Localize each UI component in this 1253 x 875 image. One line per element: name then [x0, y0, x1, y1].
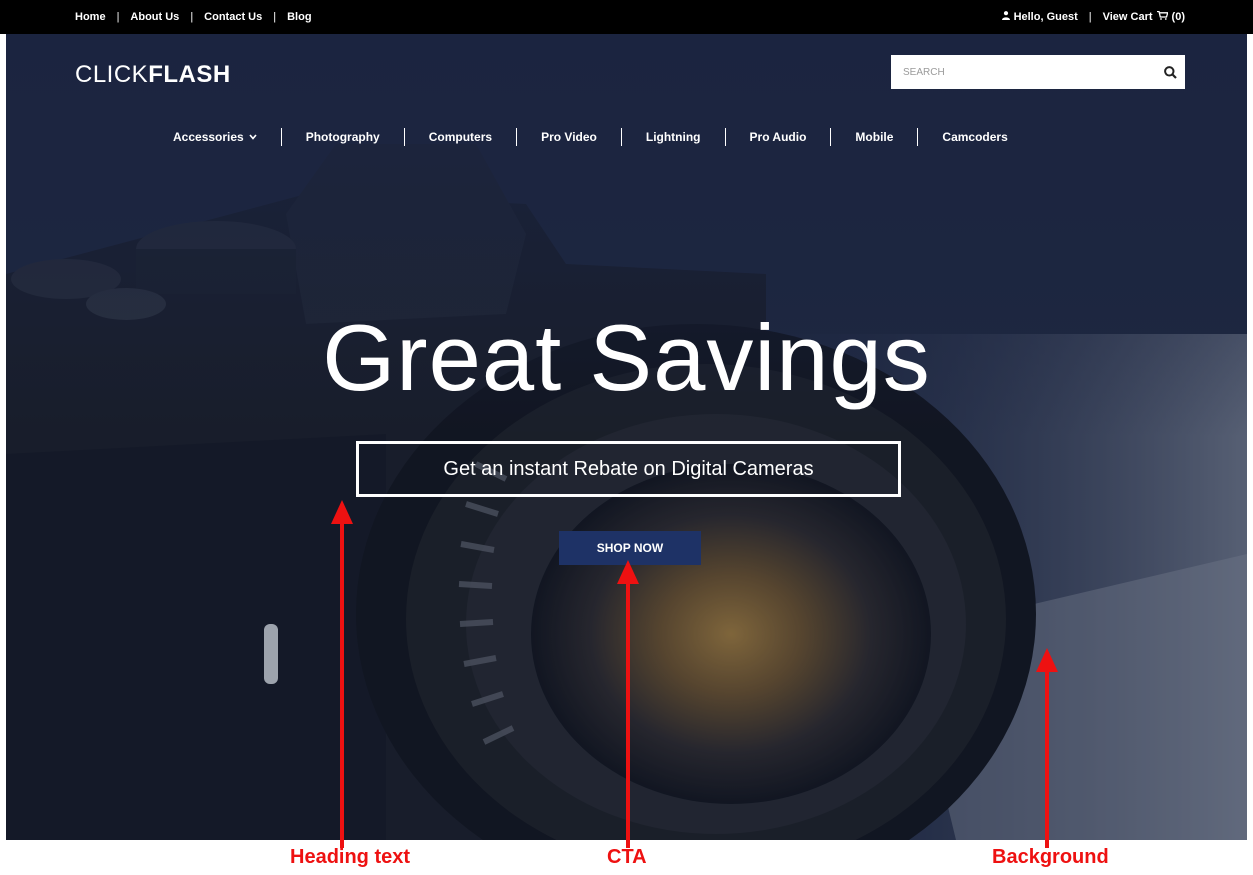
- divider: |: [116, 11, 120, 23]
- annotation-cta: CTA: [607, 846, 647, 868]
- view-cart-link[interactable]: View Cart: [1103, 11, 1153, 23]
- top-link-blog[interactable]: Blog: [287, 11, 311, 23]
- nav-label: Accessories: [173, 130, 244, 144]
- nav-divider: [830, 128, 832, 146]
- nav-divider: [403, 128, 405, 146]
- nav-item-mobile[interactable]: Mobile: [855, 130, 893, 144]
- main-nav: Accessories Photography Computers Pro Vi…: [173, 128, 1008, 146]
- cart-count: (0): [1171, 11, 1185, 23]
- nav-divider: [280, 128, 282, 146]
- logo-click: CLICK: [75, 61, 149, 88]
- search-box: [891, 55, 1185, 89]
- greeting-link[interactable]: Hello, Guest: [1014, 11, 1078, 23]
- divider: |: [1088, 11, 1092, 23]
- site-logo[interactable]: CLICKFLASH: [75, 61, 231, 89]
- nav-item-photography[interactable]: Photography: [306, 130, 380, 144]
- nav-item-pro-audio[interactable]: Pro Audio: [750, 130, 807, 144]
- chevron-down-icon: [249, 132, 257, 142]
- nav-item-accessories[interactable]: Accessories: [173, 130, 257, 144]
- account-links: Hello, Guest | View Cart (0): [1001, 10, 1185, 23]
- top-links: Home | About Us | Contact Us | Blog: [75, 11, 312, 23]
- shop-now-button[interactable]: SHOP NOW: [559, 531, 701, 565]
- logo-flash: FLASH: [148, 61, 231, 88]
- top-utility-bar: Home | About Us | Contact Us | Blog Hell…: [0, 0, 1253, 34]
- top-link-about-us[interactable]: About Us: [130, 11, 179, 23]
- nav-divider: [620, 128, 622, 146]
- nav-divider: [516, 128, 518, 146]
- hero-subheading: Get an instant Rebate on Digital Cameras: [356, 441, 901, 497]
- hero-heading: Great Savings: [322, 305, 931, 410]
- nav-item-pro-video[interactable]: Pro Video: [541, 130, 597, 144]
- search-input[interactable]: [891, 55, 1155, 89]
- cart-icon[interactable]: [1156, 10, 1169, 23]
- hero-banner: CLICKFLASH Accessories Photography Compu…: [6, 34, 1247, 840]
- top-link-home[interactable]: Home: [75, 11, 106, 23]
- camera-background-image: [6, 34, 1247, 840]
- nav-item-camcoders[interactable]: Camcoders: [942, 130, 1007, 144]
- annotation-heading-text: Heading text: [290, 846, 411, 868]
- divider: |: [190, 11, 194, 23]
- user-icon: [1001, 11, 1010, 23]
- nav-divider: [724, 128, 726, 146]
- divider: |: [273, 11, 277, 23]
- search-icon[interactable]: [1155, 57, 1185, 87]
- top-link-contact-us[interactable]: Contact Us: [204, 11, 262, 23]
- nav-divider: [917, 128, 919, 146]
- nav-item-computers[interactable]: Computers: [429, 130, 492, 144]
- annotation-background: Background: [992, 846, 1109, 868]
- nav-item-lightning[interactable]: Lightning: [646, 130, 701, 144]
